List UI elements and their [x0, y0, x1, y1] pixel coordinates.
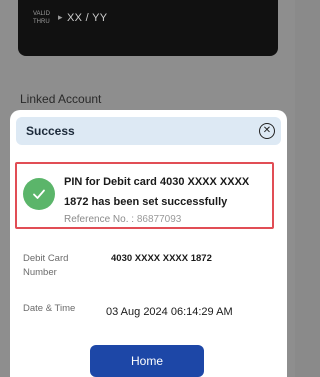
reference-value: 86877093 [136, 214, 182, 225]
home-button[interactable]: Home [90, 345, 204, 377]
modal-title: Success [26, 124, 75, 138]
valid-thru-arrow-icon: ▸ [58, 12, 63, 22]
valid-thru-value: XX / YY [67, 12, 108, 24]
close-icon: ✕ [262, 125, 272, 136]
modal-header: Success ✕ [16, 117, 281, 145]
date-time-value: 03 Aug 2024 06:14:29 AM [106, 306, 233, 318]
debit-card-image [18, 0, 278, 56]
success-message: PIN for Debit card 4030 XXXX XXXX 1872 h… [64, 176, 250, 208]
debit-card-number-value: 4030 XXXX XXXX 1872 [111, 253, 212, 264]
checkmark-icon [23, 178, 55, 210]
valid-thru-label: VALID THRU [33, 11, 50, 25]
close-button[interactable]: ✕ [259, 123, 275, 139]
debit-card-number-label: Debit Card Number [23, 253, 69, 278]
success-message-box: PIN for Debit card 4030 XXXX XXXX 1872 h… [15, 162, 274, 229]
reference-label: Reference No. : [64, 214, 135, 225]
reference-number: Reference No. : 86877093 [64, 214, 181, 225]
linked-account-label: Linked Account [20, 92, 102, 106]
date-time-label: Date & Time [23, 303, 76, 314]
success-modal: Success ✕ PIN for Debit card 4030 XXXX X… [10, 110, 287, 377]
